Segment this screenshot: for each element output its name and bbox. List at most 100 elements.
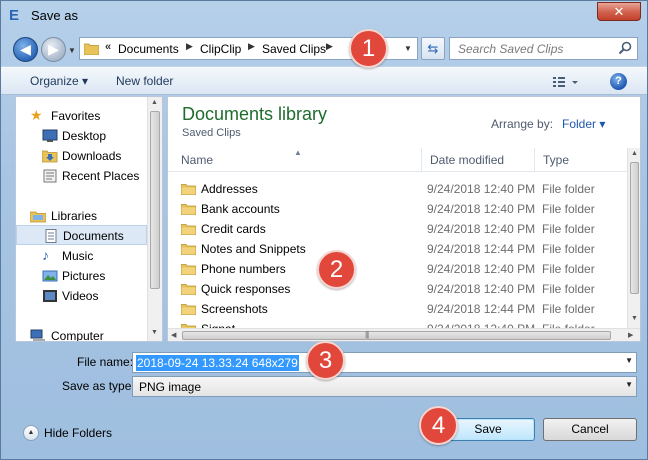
file-name-label: File name: [77,355,134,369]
arrange-by-dropdown[interactable]: Folder ▾ [562,117,605,131]
column-header-type[interactable]: Type [534,148,627,172]
computer-icon [30,329,45,341]
file-row[interactable]: Quick responses 9/24/2018 12:40 PM File fo… [168,279,627,299]
breadcrumb-separator-icon[interactable]: ▶ [248,41,255,52]
file-row[interactable]: Phone numbers 9/24/2018 12:40 PM File fold… [168,259,627,279]
save-as-type-label: Save as type: [62,379,135,393]
nav-item-music[interactable]: ♪ Music [16,246,147,266]
window-title: Save as [31,8,78,23]
save-as-type-value: PNG image [139,380,202,394]
file-list-vertical-thumb[interactable] [630,162,639,294]
cancel-button[interactable]: Cancel [543,418,637,441]
file-name-input[interactable]: 2018-09-24 13.33.24 648x279 ▼ [132,352,637,373]
nav-item-label: Pictures [62,269,106,283]
title-bar[interactable]: E Save as ✕ [1,1,647,31]
search-icon[interactable] [618,41,632,55]
breadcrumb-documents[interactable]: Documents [118,42,179,56]
nav-item-documents[interactable]: Documents [16,225,147,245]
file-name-dropdown-icon[interactable]: ▼ [625,356,633,365]
file-date-cell: 9/24/2018 12:40 PM [427,202,536,216]
dialog-footer: ▲ Hide Folders Save Cancel [1,404,647,460]
address-root-chevron[interactable]: « [105,41,111,53]
nav-item-downloads[interactable]: Downloads [16,146,147,166]
help-icon: ? [615,75,622,87]
save-as-type-select[interactable]: PNG image ▼ [132,376,637,397]
breadcrumb-clipclip[interactable]: ClipClip [200,42,241,56]
file-date-cell: 9/24/2018 12:44 PM [427,242,536,256]
file-type-cell: File folder [542,222,595,236]
file-name-cell: Addresses [201,182,258,196]
column-header-date[interactable]: Date modified [421,148,534,172]
nav-pane-scrollbar[interactable]: ▲ ▼ [147,97,162,341]
nav-pane-scroll-thumb[interactable] [150,111,160,289]
help-button[interactable]: ? [610,73,627,90]
nav-item-pictures[interactable]: Pictures [16,266,147,286]
scroll-up-icon[interactable]: ▲ [151,99,158,106]
scroll-left-icon[interactable]: ◀ [171,331,176,339]
file-list-horizontal-thumb[interactable]: ||| [182,330,611,340]
nav-item-label: Downloads [62,149,122,163]
scroll-up-icon[interactable]: ▲ [631,150,638,157]
scroll-right-icon[interactable]: ▶ [628,331,633,339]
file-date-cell: 9/24/2018 12:40 PM [427,182,536,196]
close-button[interactable]: ✕ [597,2,641,21]
file-type-cell: File folder [542,242,595,256]
nav-libraries[interactable]: Libraries [16,206,147,226]
folder-icon [180,263,197,276]
pictures-icon [42,270,58,282]
file-row[interactable]: Addresses 9/24/2018 12:40 PM File folder [168,179,627,199]
back-button[interactable]: ◀ [13,37,38,62]
breadcrumb-saved-clips[interactable]: Saved Clips [262,42,326,56]
folder-icon [180,243,197,256]
recent-pages-dropdown-icon[interactable]: ▼ [68,46,76,55]
file-row[interactable]: Notes and Snippets 9/24/2018 12:44 PM File… [168,239,627,259]
view-list-icon [553,77,578,87]
nav-item-videos[interactable]: Videos [16,286,147,306]
library-title: Documents library [182,104,328,124]
folder-icon [84,43,99,55]
nav-computer[interactable]: Computer [16,326,147,341]
file-date-cell: 9/24/2018 12:40 PM [427,282,536,296]
address-dropdown-icon[interactable]: ▼ [401,40,415,57]
file-type-cell: File folder [542,262,595,276]
navigation-pane: ★ Favorites Desktop Downloads Recent Pla… [15,96,163,342]
change-view-button[interactable] [551,73,581,90]
file-row[interactable]: Screenshots 9/24/2018 12:44 PM File folder [168,299,627,319]
file-name-cell: Notes and Snippets [201,242,306,256]
search-input[interactable]: Search Saved Clips [449,37,638,60]
file-name-cell: Screenshots [201,302,268,316]
scroll-down-icon[interactable]: ▼ [631,315,638,322]
hide-folders-label: Hide Folders [44,426,113,440]
new-folder-button[interactable]: New folder [116,74,173,88]
file-date-cell: 9/24/2018 12:40 PM [427,262,536,276]
file-list-vertical-scrollbar[interactable]: ▲ ▼ [627,148,640,328]
library-subtitle: Saved Clips [182,127,241,139]
save-as-dialog: E Save as ✕ ◀ ▶ ▼ « Documents ▶ ClipClip… [0,0,648,460]
nav-item-desktop[interactable]: Desktop [16,126,147,146]
videos-icon [43,290,57,302]
refresh-icon: ⇆ [427,41,439,56]
scroll-down-icon[interactable]: ▼ [151,329,158,336]
file-list-horizontal-scrollbar[interactable]: ◀ ||| ▶ [168,328,640,341]
file-date-cell: 9/24/2018 12:44 PM [427,302,536,316]
breadcrumb-separator-icon[interactable]: ▶ [326,41,333,52]
file-row[interactable]: Bank accounts 9/24/2018 12:40 PM File fold… [168,199,627,219]
file-row[interactable]: Credit cards 9/24/2018 12:40 PM File folde… [168,219,627,239]
nav-item-label: Music [62,249,94,263]
file-name-value: 2018-09-24 13.33.24 648x279 [136,355,299,371]
file-name-cell: Bank accounts [201,202,280,216]
refresh-button[interactable]: ⇆ [421,37,445,60]
nav-item-label: Desktop [62,129,107,143]
callout-badge-1: 1 [349,29,388,68]
nav-item-label: Documents [63,229,124,243]
forward-button[interactable]: ▶ [41,37,66,62]
star-icon: ★ [30,107,43,123]
nav-item-recent-places[interactable]: Recent Places [16,166,147,186]
breadcrumb-separator-icon[interactable]: ▶ [186,41,193,52]
organize-button[interactable]: Organize ▾ [30,74,88,88]
music-icon: ♪ [42,247,49,263]
navigation-bar: ◀ ▶ ▼ « Documents ▶ ClipClip ▶ Saved Cli… [1,31,647,65]
callout-badge-3: 3 [306,341,345,380]
nav-favorites[interactable]: ★ Favorites [16,106,147,126]
libraries-icon [30,211,46,223]
